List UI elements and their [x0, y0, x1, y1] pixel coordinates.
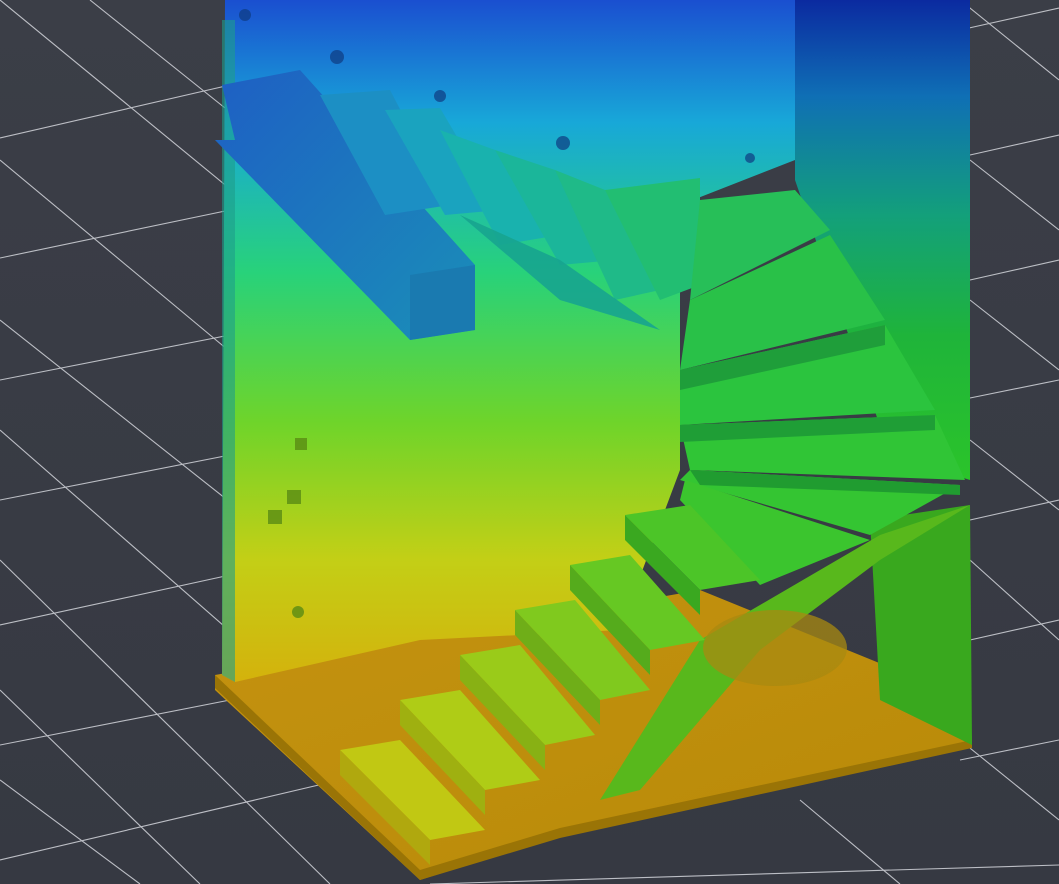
upper-flight-side — [410, 265, 475, 340]
floor-drain-area — [703, 610, 847, 686]
3d-viewport[interactable] — [0, 0, 1059, 884]
point-cloud-canvas[interactable] — [0, 0, 1059, 884]
